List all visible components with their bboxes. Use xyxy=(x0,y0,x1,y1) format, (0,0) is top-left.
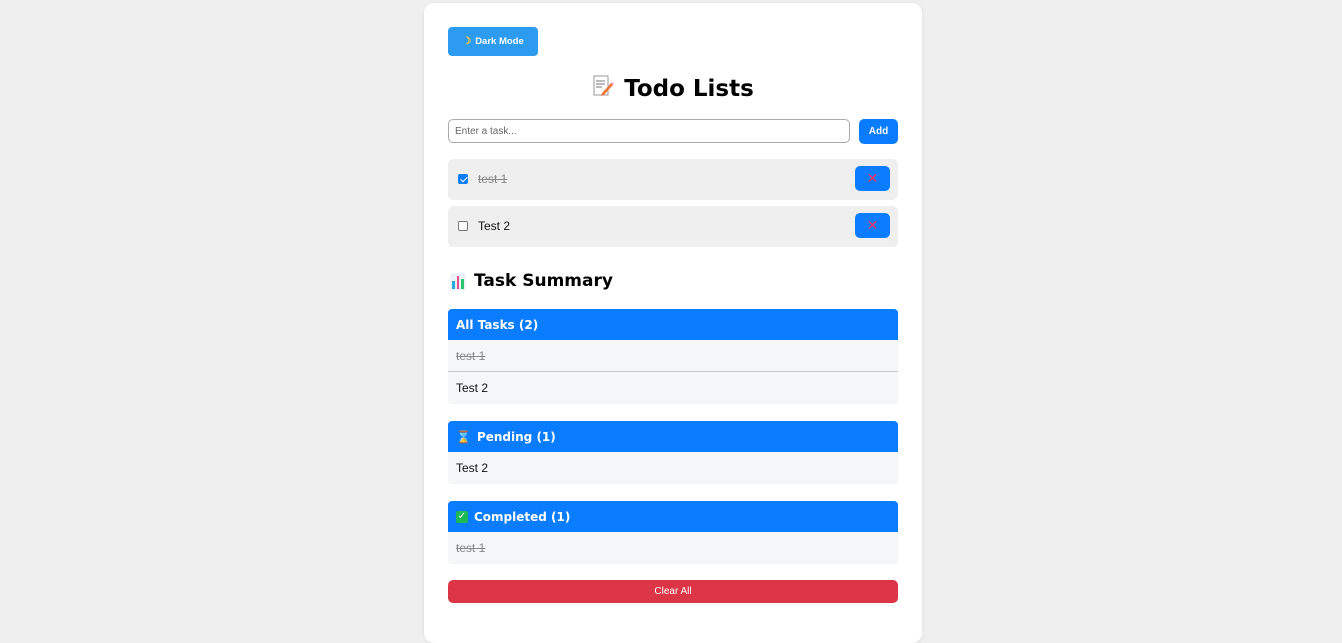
summary-title: Task Summary xyxy=(450,271,613,291)
bar-chart-icon xyxy=(450,272,466,290)
memo-icon xyxy=(592,74,615,103)
todo-item: Test 2 ✕ xyxy=(448,206,898,247)
delete-button[interactable]: ✕ xyxy=(855,213,890,238)
task-input[interactable] xyxy=(448,119,850,143)
moon-icon: ☽ xyxy=(462,36,472,47)
summary-title-text: Task Summary xyxy=(474,271,613,291)
close-icon: ✕ xyxy=(866,170,879,187)
page-title-text: Todo Lists xyxy=(624,75,754,102)
todo-checkbox[interactable] xyxy=(458,221,468,231)
list-item: Test 2 xyxy=(448,452,898,484)
dark-mode-label: Dark Mode xyxy=(475,36,524,47)
all-tasks-header: All Tasks (2) xyxy=(448,309,898,340)
pending-header: ⌛ Pending (1) xyxy=(448,421,898,452)
list-item: test 1 xyxy=(448,340,898,372)
todo-label: test 1 xyxy=(478,172,508,186)
all-tasks-section: All Tasks (2) test 1 Test 2 xyxy=(448,309,898,404)
todo-card: ☽ Dark Mode Todo Lists Add test 1 ✕ Test… xyxy=(424,3,922,643)
close-icon: ✕ xyxy=(866,217,879,234)
list-item: test 1 xyxy=(448,532,898,564)
completed-label: Completed (1) xyxy=(474,509,571,524)
check-icon: ✓ xyxy=(456,510,468,523)
page-title: Todo Lists xyxy=(424,74,922,103)
hourglass-icon: ⌛ xyxy=(456,429,471,444)
pending-label: Pending (1) xyxy=(476,429,556,444)
list-item: Test 2 xyxy=(448,372,898,404)
pending-section: ⌛ Pending (1) Test 2 xyxy=(448,421,898,484)
all-tasks-label: All Tasks (2) xyxy=(456,317,539,332)
clear-all-button[interactable]: Clear All xyxy=(448,580,898,603)
completed-section: ✓ Completed (1) test 1 xyxy=(448,501,898,564)
completed-header: ✓ Completed (1) xyxy=(448,501,898,532)
add-button[interactable]: Add xyxy=(859,119,898,144)
todo-label: Test 2 xyxy=(478,219,511,233)
todo-item: test 1 ✕ xyxy=(448,159,898,200)
dark-mode-button[interactable]: ☽ Dark Mode xyxy=(448,27,538,56)
todo-checkbox[interactable] xyxy=(458,174,468,184)
delete-button[interactable]: ✕ xyxy=(855,166,890,191)
